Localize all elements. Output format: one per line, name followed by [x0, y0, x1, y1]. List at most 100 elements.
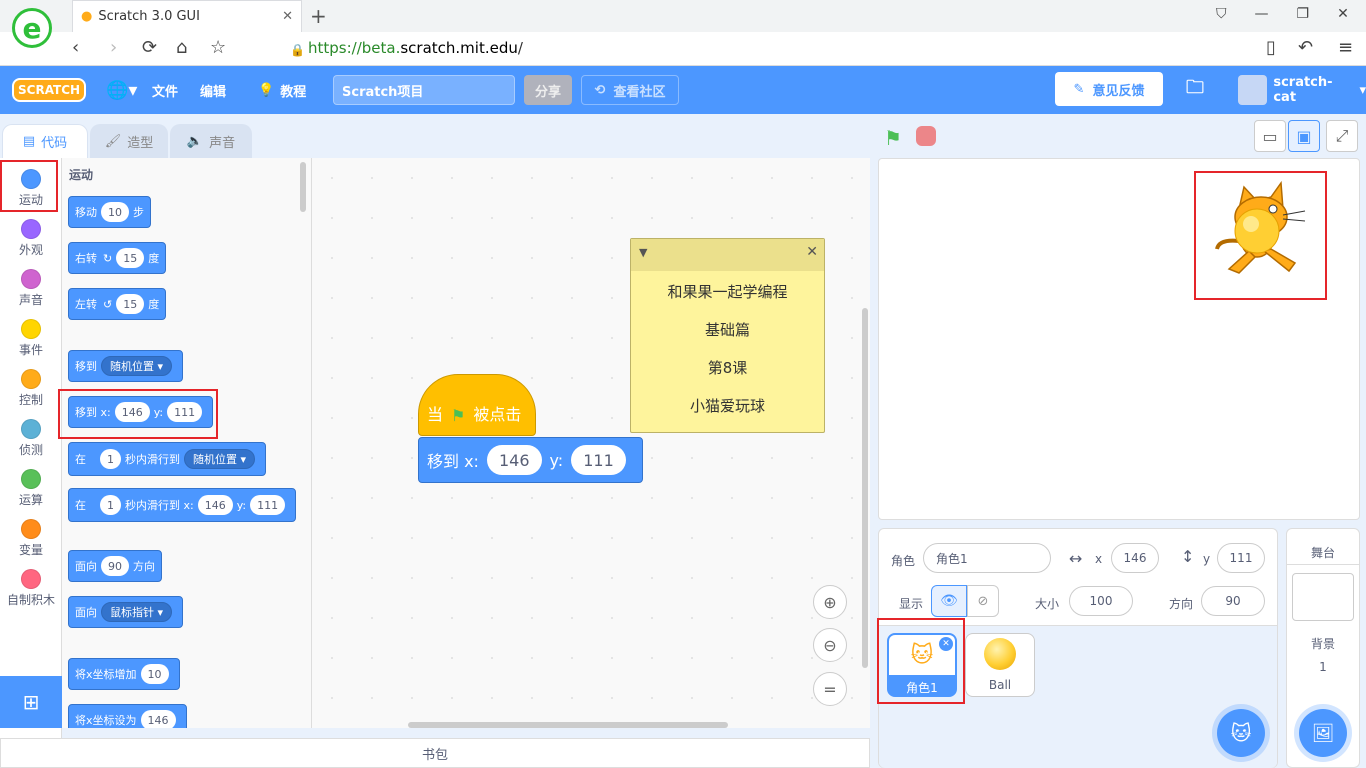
category-item[interactable]: 外观 — [0, 212, 62, 262]
choose-sprite-button[interactable]: 🐱 — [1217, 709, 1265, 757]
horizontal-scrollbar[interactable] — [408, 722, 728, 728]
fullscreen-button[interactable]: ⤢ — [1326, 120, 1358, 152]
undo-icon[interactable]: ↶ — [1298, 38, 1313, 58]
palette-scrollbar[interactable] — [300, 162, 306, 212]
zoom-reset-button[interactable]: = — [813, 672, 847, 706]
zoom-in-button[interactable]: ⊕ — [813, 585, 847, 619]
tab-sounds[interactable]: 🔈 声音 — [170, 124, 252, 158]
sprite-name-input[interactable]: 角色1 — [923, 543, 1051, 573]
x-input[interactable]: 146 — [197, 495, 233, 515]
backpack[interactable]: 书包 — [0, 738, 870, 768]
bookmark-icon[interactable]: ▯ — [1266, 38, 1276, 58]
favorite-star-icon[interactable]: ☆ — [210, 38, 226, 58]
block-point-direction[interactable]: 面向 90 方向 — [68, 550, 162, 582]
menu-icon[interactable]: ≡ — [1338, 38, 1353, 58]
x-change-input[interactable]: 10 — [140, 664, 169, 684]
tab-code[interactable]: ▤ 代码 — [2, 124, 88, 158]
x-input[interactable]: 146 — [1111, 543, 1159, 573]
degrees-input[interactable]: 15 — [116, 294, 145, 314]
add-extension-button[interactable]: ⊞ — [0, 676, 62, 728]
project-title-input[interactable]: Scratch项目 — [333, 75, 515, 105]
block-set-x[interactable]: 将x坐标设为 146 — [68, 704, 187, 728]
towards-dropdown[interactable]: 鼠标指针 ▾ — [101, 602, 173, 622]
my-stuff-folder-icon[interactable]: 🗀 — [1186, 66, 1204, 114]
block-move-steps[interactable]: 移动 10 步 — [68, 196, 151, 228]
y-arrows-icon: ↕ — [1181, 547, 1195, 566]
choose-backdrop-button[interactable]: 🖼 — [1299, 709, 1347, 757]
comment-text[interactable]: 和果果一起学编程 基础篇 第8课 小猫爱玩球 — [631, 271, 824, 425]
close-window-icon[interactable]: ✕ — [1337, 6, 1349, 22]
block-goto-target[interactable]: 移到 随机位置 ▾ — [68, 350, 184, 382]
url-field[interactable]: https://beta.scratch.mit.edu/ — [308, 39, 523, 57]
forward-icon[interactable]: › — [110, 38, 117, 58]
sprite-name: Ball — [988, 678, 1012, 692]
green-flag-icon[interactable]: ⚑ — [884, 126, 902, 150]
tab-costumes[interactable]: 🖌 造型 — [90, 124, 168, 158]
green-flag-icon: ⚑ — [451, 406, 466, 425]
block-text: 面向 — [75, 560, 97, 573]
browser-tab[interactable]: ● Scratch 3.0 GUI ✕ — [72, 0, 302, 32]
new-tab-button[interactable]: + — [310, 4, 327, 28]
category-item[interactable]: 变量 — [0, 512, 62, 562]
target-dropdown[interactable]: 随机位置 ▾ — [184, 449, 256, 469]
category-label: 声音 — [18, 293, 43, 307]
direction-input[interactable]: 90 — [101, 556, 129, 576]
stop-icon[interactable] — [916, 126, 936, 146]
tutorials-button[interactable]: 💡 教程 — [258, 66, 306, 114]
degrees-input[interactable]: 15 — [116, 248, 145, 268]
collapse-icon[interactable]: ▼ — [639, 246, 647, 259]
sprite-card-ball[interactable]: Ball — [965, 633, 1035, 697]
seconds-input[interactable]: 1 — [100, 449, 121, 469]
seconds-input[interactable]: 1 — [100, 495, 121, 515]
edit-menu[interactable]: 编辑 — [200, 66, 226, 114]
zoom-out-button[interactable]: ⊖ — [813, 628, 847, 662]
y-input[interactable]: 111 — [571, 445, 626, 475]
show-hidden-button[interactable]: ⊘ — [967, 585, 999, 617]
show-visible-button[interactable]: 👁 — [931, 585, 967, 617]
block-turn-left[interactable]: 左转 ↺ 15 度 — [68, 288, 167, 320]
category-item[interactable]: 声音 — [0, 262, 62, 312]
y-input[interactable]: 111 — [1217, 543, 1265, 573]
block-glide-xy[interactable]: 在 1 秒内滑行到 x: 146 y: 111 — [68, 488, 297, 522]
home-icon[interactable]: ⌂ — [176, 38, 187, 58]
script-workspace[interactable]: 当 ⚑ 被点击 移到 x: 146 y: 111 ▼ ✕ 和果果一起学编程 基础… — [312, 158, 870, 728]
close-icon[interactable]: ✕ — [806, 244, 818, 260]
category-item[interactable]: 控制 — [0, 362, 62, 412]
back-icon[interactable]: ‹ — [72, 38, 79, 58]
block-turn-right[interactable]: 右转 ↻ 15 度 — [68, 242, 167, 274]
category-item[interactable]: 事件 — [0, 312, 62, 362]
comment-note[interactable]: ▼ ✕ 和果果一起学编程 基础篇 第8课 小猫爱玩球 — [630, 238, 825, 433]
scratch-logo[interactable]: SCRATCH — [12, 66, 87, 114]
skin-icon[interactable]: ⛉ — [1216, 6, 1227, 22]
minimize-icon[interactable]: — — [1255, 6, 1269, 22]
block-point-towards[interactable]: 面向 鼠标指针 ▾ — [68, 596, 184, 628]
block-change-x[interactable]: 将x坐标增加 10 — [68, 658, 180, 690]
file-menu[interactable]: 文件 — [152, 66, 178, 114]
category-item[interactable]: 自制积木 — [0, 562, 62, 612]
y-input[interactable]: 111 — [250, 495, 286, 515]
target-dropdown[interactable]: 随机位置 ▾ — [101, 356, 173, 376]
reload-icon[interactable]: ⟳ — [142, 38, 157, 58]
account-menu[interactable]: scratch-cat ▾ — [1238, 66, 1366, 114]
x-input[interactable]: 146 — [486, 445, 542, 475]
hat-block-when-flag-clicked[interactable]: 当 ⚑ 被点击 — [418, 374, 536, 436]
direction-input[interactable]: 90 — [1201, 586, 1265, 616]
feedback-button[interactable]: ✎ 意见反馈 — [1055, 72, 1163, 106]
x-set-input[interactable]: 146 — [140, 710, 176, 728]
script-block-goto-xy[interactable]: 移到 x: 146 y: 111 — [418, 437, 643, 483]
category-item[interactable]: 运算 — [0, 462, 62, 512]
see-community-button[interactable]: ⟲ 查看社区 — [581, 75, 679, 105]
language-button[interactable]: 🌐▾ — [106, 66, 137, 114]
normal-stage-button[interactable]: ▣ — [1288, 120, 1320, 152]
block-glide-target[interactable]: 在 1 秒内滑行到 随机位置 ▾ — [68, 442, 267, 476]
small-stage-button[interactable]: ▭ — [1254, 120, 1286, 152]
size-input[interactable]: 100 — [1069, 586, 1133, 616]
share-button[interactable]: 分享 — [524, 75, 572, 105]
category-item[interactable]: 侦测 — [0, 412, 62, 462]
steps-input[interactable]: 10 — [101, 202, 129, 222]
tab-close-icon[interactable]: ✕ — [282, 9, 293, 24]
maximize-icon[interactable]: ❐ — [1297, 6, 1310, 22]
vertical-scrollbar[interactable] — [862, 308, 868, 668]
stage-selector[interactable]: 舞台 背景 1 🖼 — [1286, 528, 1360, 768]
browser-logo-icon[interactable]: e — [12, 8, 52, 48]
